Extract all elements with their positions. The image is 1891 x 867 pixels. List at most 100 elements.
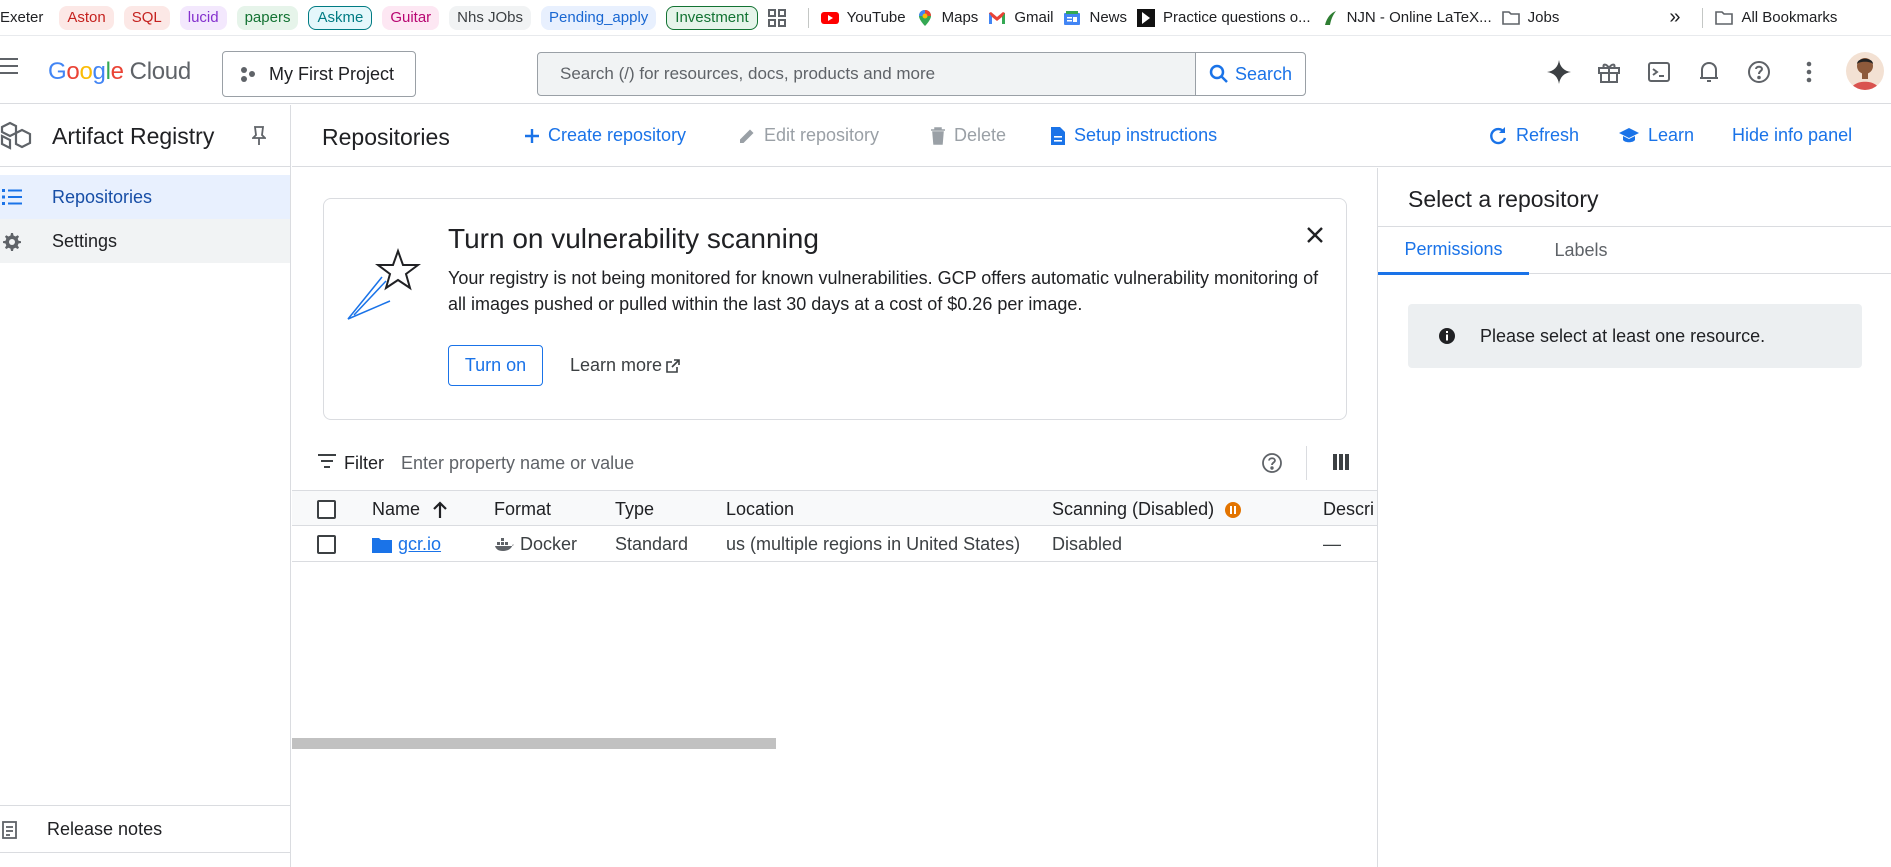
type-cell: Standard: [615, 534, 689, 554]
bookmarks-overflow-button[interactable]: »: [1669, 6, 1680, 30]
column-header-location[interactable]: Location: [726, 499, 794, 520]
filter-input[interactable]: Enter property name or value: [401, 453, 634, 474]
bookmarks-bar: Exeter Aston SQL lucid papers Askme Guit…: [0, 0, 1891, 36]
bookmark-jobs[interactable]: Jobs: [1501, 6, 1559, 30]
bookmark-youtube[interactable]: YouTube: [820, 6, 906, 30]
select-all-checkbox[interactable]: [317, 500, 336, 519]
project-name: My First Project: [269, 63, 395, 84]
release-notes-link[interactable]: Release notes: [0, 805, 291, 853]
delete-button[interactable]: Delete: [930, 125, 1006, 146]
release-notes-label: Release notes: [47, 818, 163, 839]
gmail-icon: [989, 11, 1006, 24]
delete-label: Delete: [954, 125, 1007, 145]
close-icon[interactable]: [1303, 223, 1327, 247]
search-input[interactable]: Search (/) for resources, docs, products…: [538, 53, 1195, 95]
bookmark-gmail[interactable]: Gmail: [988, 6, 1053, 30]
bookmark-news[interactable]: News: [1063, 6, 1127, 30]
edit-repository-button[interactable]: Edit repository: [738, 125, 879, 146]
page-title: Repositories: [322, 124, 450, 150]
sidebar-item-repositories[interactable]: Repositories: [0, 175, 290, 219]
table-row: gcr.io Docker Standard us (multiple regi…: [292, 526, 1377, 562]
logo-letter: e: [110, 58, 124, 85]
gift-icon[interactable]: [1595, 58, 1623, 86]
create-repository-label: Create repository: [548, 125, 687, 145]
bookmark-exeter[interactable]: Exeter: [0, 6, 43, 30]
column-header-format[interactable]: Format: [494, 499, 551, 520]
notifications-icon[interactable]: [1695, 58, 1723, 86]
product-header: Artifact Registry: [0, 105, 290, 167]
scrollbar-thumb[interactable]: [292, 738, 776, 749]
banner-title: Turn on vulnerability scanning: [448, 223, 819, 254]
column-header-name[interactable]: Name: [372, 499, 448, 520]
bookmark-latex[interactable]: NJN - Online LaTeX...: [1321, 6, 1492, 30]
all-bookmarks-button[interactable]: All Bookmarks: [1715, 6, 1837, 30]
filter-bar[interactable]: Filter Enter property name or value: [292, 440, 1377, 486]
row-checkbox[interactable]: [317, 535, 336, 554]
bookmark-sql[interactable]: SQL: [123, 5, 170, 30]
repo-name-link[interactable]: gcr.io: [398, 534, 441, 555]
tab-labels[interactable]: Labels: [1529, 227, 1633, 273]
column-header-type[interactable]: Type: [615, 499, 654, 520]
sidebar-item-settings[interactable]: Settings: [0, 219, 290, 263]
logo-letter: g: [92, 58, 106, 85]
turn-on-button[interactable]: Turn on: [448, 345, 543, 386]
info-panel-title: Select a repository: [1408, 186, 1599, 212]
search-button[interactable]: Search: [1195, 53, 1305, 95]
google-cloud-logo[interactable]: Google Cloud: [48, 58, 191, 86]
latex-icon: [1324, 10, 1336, 25]
header-icons: [1545, 58, 1823, 86]
column-header-scanning[interactable]: Scanning (Disabled): [1052, 499, 1242, 520]
bookmark-investment[interactable]: Investment: [666, 5, 758, 30]
logo-cloud-text: Cloud: [129, 58, 192, 85]
info-panel: Select a repository Permissions Labels P…: [1377, 168, 1891, 867]
bookmark-label: Practice questions o...: [1163, 9, 1311, 26]
repo-name-cell[interactable]: gcr.io: [372, 534, 441, 555]
table-header: Name Format Type Location Scanning (Disa…: [292, 490, 1377, 526]
filter-label: Filter: [344, 453, 384, 473]
gear-icon: [3, 233, 21, 251]
location-cell: us (multiple regions in United States): [726, 534, 1021, 554]
bookmark-nhs-jobs[interactable]: Nhs JObs: [449, 5, 532, 30]
trash-icon: [931, 126, 945, 145]
gemini-icon[interactable]: [1545, 58, 1573, 86]
cloud-shell-icon[interactable]: [1645, 58, 1673, 86]
bookmark-maps[interactable]: Maps: [916, 6, 978, 30]
search-bar[interactable]: Search (/) for resources, docs, products…: [537, 52, 1306, 96]
refresh-button[interactable]: Refresh: [1488, 125, 1579, 146]
bookmark-guitar[interactable]: Guitar: [382, 5, 440, 30]
edit-repository-label: Edit repository: [764, 125, 880, 145]
news-icon: [1064, 10, 1081, 25]
vulnerability-banner: Turn on vulnerability scanning Your regi…: [323, 198, 1347, 420]
help-icon[interactable]: [1261, 452, 1283, 474]
apps-grid-icon[interactable]: [767, 6, 786, 30]
column-header-description[interactable]: Descri: [1323, 499, 1374, 520]
external-link-icon: [666, 358, 680, 373]
avatar[interactable]: [1846, 52, 1884, 90]
bookmark-label: Gmail: [1014, 9, 1054, 26]
logo-letter: o: [79, 58, 93, 85]
pin-icon[interactable]: [252, 126, 266, 146]
bookmark-practice[interactable]: Practice questions o...: [1137, 6, 1311, 30]
bookmark-papers[interactable]: papers: [236, 5, 299, 30]
folder-icon: [1501, 10, 1520, 25]
create-repository-button[interactable]: Create repository: [524, 125, 686, 146]
bookmark-aston[interactable]: Aston: [59, 5, 114, 30]
project-picker-button[interactable]: My First Project: [222, 51, 416, 97]
learn-more-link[interactable]: Learn more: [570, 355, 680, 376]
hide-info-panel-button[interactable]: Hide info panel: [1732, 125, 1852, 146]
horizontal-scrollbar[interactable]: [292, 736, 1377, 750]
menu-icon[interactable]: [0, 58, 20, 76]
help-icon[interactable]: [1745, 58, 1773, 86]
product-title: Artifact Registry: [52, 123, 215, 149]
bookmark-lucid[interactable]: lucid: [179, 5, 227, 30]
learn-button[interactable]: Learn: [1618, 125, 1694, 146]
tab-permissions[interactable]: Permissions: [1378, 227, 1529, 275]
bookmark-askme[interactable]: Askme: [308, 5, 373, 30]
bookmark-label: News: [1089, 9, 1127, 26]
column-display-icon[interactable]: [1332, 453, 1350, 471]
more-vert-icon[interactable]: [1795, 58, 1823, 86]
setup-instructions-button[interactable]: Setup instructions: [1050, 125, 1217, 146]
pencil-icon: [740, 129, 754, 143]
filter-icon: [318, 454, 336, 468]
bookmark-pending-apply[interactable]: Pending_apply: [541, 5, 657, 30]
